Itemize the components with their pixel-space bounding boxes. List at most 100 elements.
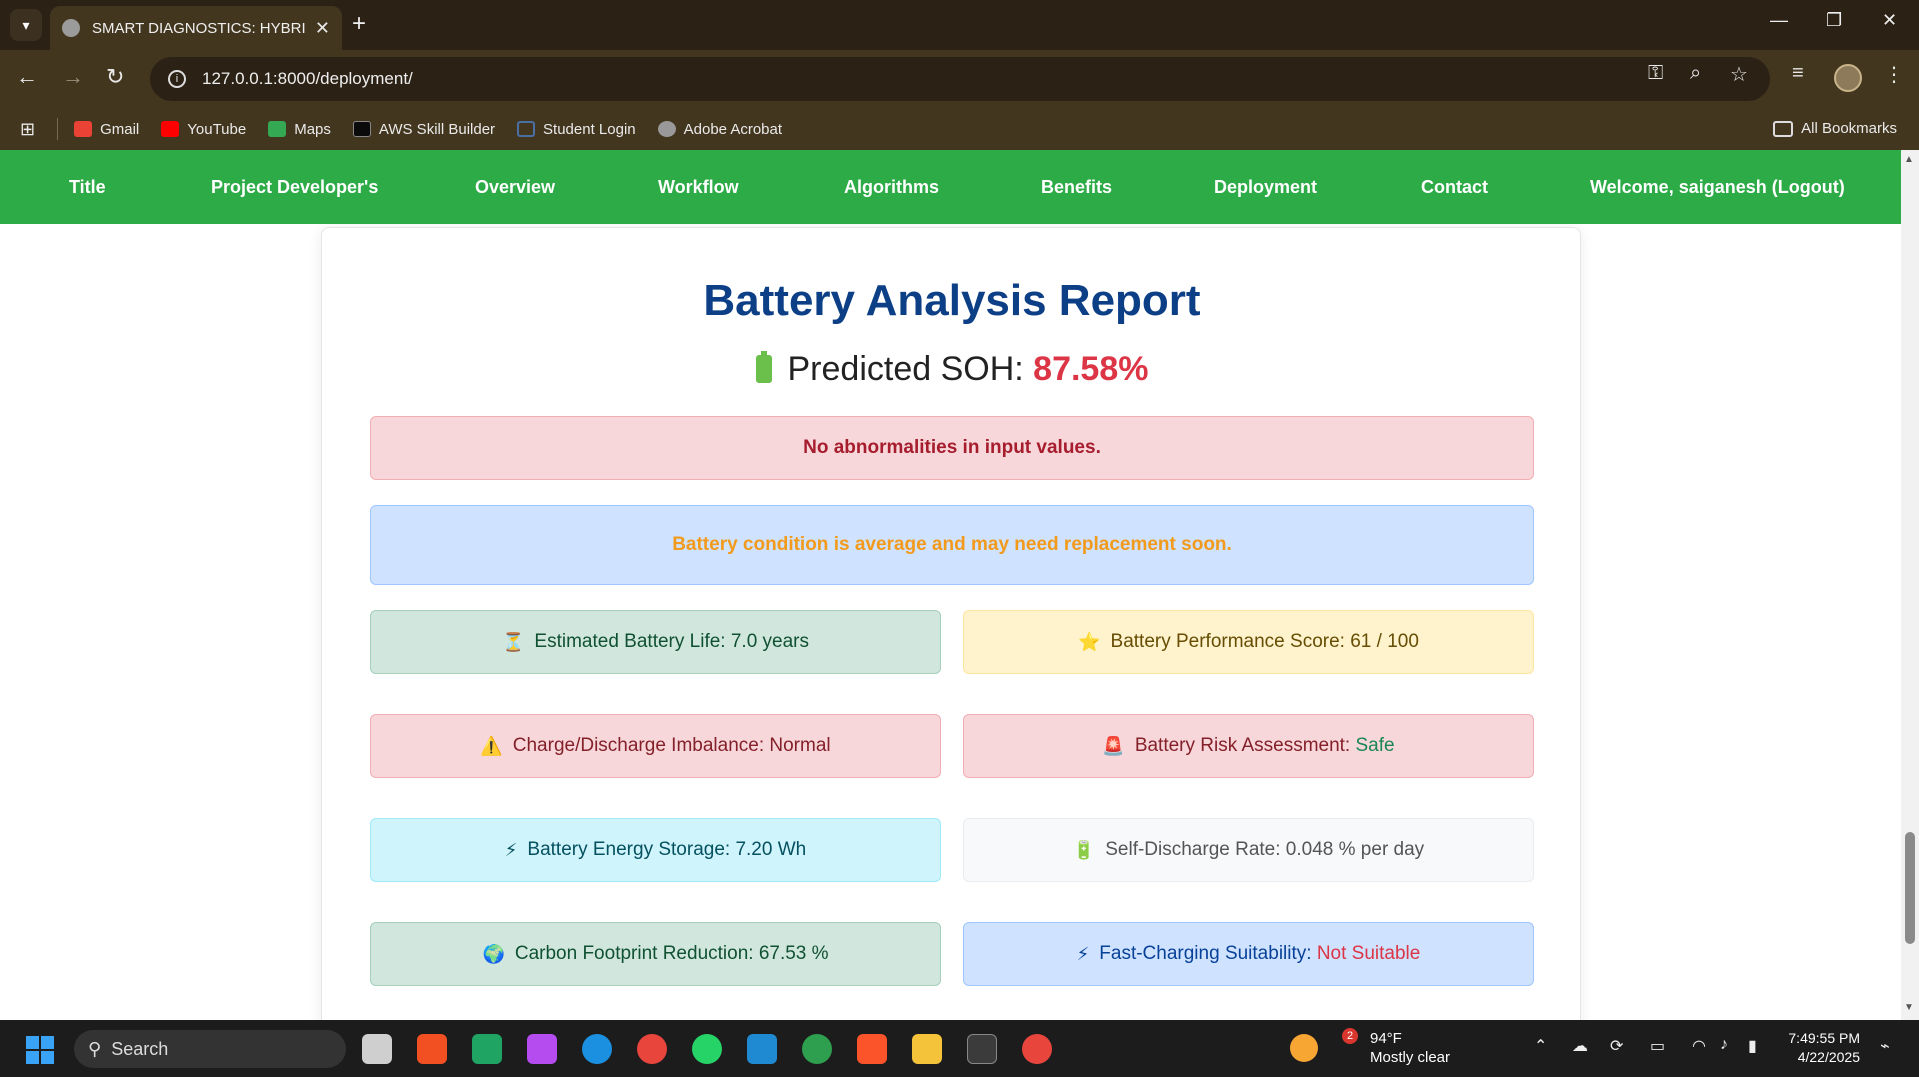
vscode-icon[interactable] [747,1034,777,1064]
address-bar[interactable]: i 127.0.0.1:8000/deployment/ [150,57,1770,101]
condition-alert: Battery condition is average and may nee… [370,505,1534,585]
siren-icon: 🚨 [1102,735,1125,756]
battery-icon [755,351,772,383]
file-explorer-icon[interactable] [912,1034,942,1064]
clock[interactable]: 7:49:55 PM 4/22/2025 [1780,1029,1860,1067]
minimize-icon[interactable]: — [1770,10,1788,31]
bookmark-adobe[interactable]: Adobe Acrobat [657,121,782,138]
report-card: Battery Analysis Report Predicted SOH: 8… [321,227,1581,1020]
globe-icon [62,19,80,37]
page-scrollbar[interactable]: ▲ ▼ [1901,150,1919,1020]
forward-icon[interactable]: → [62,64,84,90]
taskbar: ⚲ Search 2 94°F Mostly clear ⌃ ☁ ⟳ ▭ ◠ ♪… [0,1020,1919,1077]
divider [57,118,59,140]
key-icon[interactable]: ⚿ [1648,62,1663,85]
cloud-icon[interactable]: ☁ [1572,1036,1588,1056]
scroll-down-icon[interactable]: ▼ [1904,1002,1914,1013]
gmail-icon [74,121,93,137]
display-icon[interactable]: ▭ [1650,1036,1665,1056]
taskbar-search[interactable]: ⚲ Search [74,1030,346,1068]
back-icon[interactable]: ← [16,64,38,90]
nav-overview[interactable]: Overview [475,177,555,198]
fast-charging-value: Not Suitable [1316,943,1421,964]
nav-deployment[interactable]: Deployment [1214,177,1317,198]
metric-imbalance: ⚠️ Charge/Discharge Imbalance: Normal [370,714,941,778]
bookmark-youtube[interactable]: YouTube [161,121,246,138]
scroll-up-icon[interactable]: ▲ [1904,154,1914,165]
battery-icon: 🔋 [1072,839,1096,860]
chevron-up-icon[interactable]: ⌃ [1534,1036,1547,1056]
apps-icon[interactable]: ⊞ [20,119,35,140]
scrollbar-thumb[interactable] [1905,832,1915,944]
menu-icon[interactable]: ⋮ [1884,62,1904,87]
abnormality-alert: No abnormalities in input values. [370,416,1534,480]
windows-start-icon[interactable] [26,1036,54,1064]
close-icon[interactable]: ✕ [315,18,330,39]
edge-icon[interactable] [582,1034,612,1064]
aws-icon [352,121,371,137]
maps-icon [268,121,287,137]
folder-icon [1773,120,1794,137]
nav-project-developers[interactable]: Project Developer's [211,177,378,198]
bookmark-maps[interactable]: Maps [268,121,331,138]
lightning-icon: ⚡ [1076,943,1090,964]
reload-icon[interactable]: ↻ [106,64,124,90]
chevron-down-icon: ▾ [22,16,30,33]
new-tab-button[interactable]: + [352,10,366,38]
whatsapp-icon[interactable] [692,1034,722,1064]
bookmark-aws[interactable]: AWS Skill Builder [352,121,495,138]
media-icon[interactable]: ≡ [1792,62,1804,85]
metric-carbon-footprint: 🌍 Carbon Footprint Reduction: 67.53 % [370,922,941,986]
brave-icon[interactable] [857,1034,887,1064]
tab-search-button[interactable]: ▾ [10,9,42,41]
bookmarks-bar: ⊞ Gmail YouTube Maps AWS Skill Builder S… [0,108,1919,150]
browser-tab-bar: ▾ SMART DIAGNOSTICS: HYBRID ✕ + — ❐ ✕ [0,0,1919,50]
metric-self-discharge: 🔋 Self-Discharge Rate: 0.048 % per day [963,818,1534,882]
sync-icon[interactable]: ⟳ [1610,1036,1623,1056]
nav-contact[interactable]: Contact [1421,177,1488,198]
window-close-icon[interactable]: ✕ [1882,10,1897,31]
terminal-icon[interactable] [967,1034,997,1064]
task-view-icon[interactable] [362,1034,392,1064]
notification-icon[interactable]: ⌁ [1880,1036,1890,1056]
store-icon[interactable] [417,1034,447,1064]
browser-tab[interactable]: SMART DIAGNOSTICS: HYBRID ✕ [50,6,342,50]
all-bookmarks[interactable]: All Bookmarks [1773,120,1897,137]
nav-title[interactable]: Title [69,177,106,198]
drive-icon[interactable] [472,1034,502,1064]
nav-logout[interactable]: Welcome, saiganesh (Logout) [1590,177,1845,198]
zoom-icon[interactable]: ⌕ [1690,62,1701,85]
metric-performance-score: ⭐ Battery Performance Score: 61 / 100 [963,610,1534,674]
restore-icon[interactable]: ❐ [1826,10,1842,31]
metric-energy-storage: ⚡ Battery Energy Storage: 7.20 Wh [370,818,941,882]
bookmark-student-login[interactable]: Student Login [517,121,636,138]
nav-algorithms[interactable]: Algorithms [844,177,939,198]
chrome-active-icon[interactable] [1022,1034,1052,1064]
site-navbar: Title Project Developer's Overview Workf… [0,150,1901,224]
browser-toolbar: ← → ↻ i 127.0.0.1:8000/deployment/ ⚿ ⌕ ☆… [0,50,1919,108]
star-icon: ⭐ [1078,631,1101,652]
lightning-icon: ⚡ [504,839,518,860]
weather-widget[interactable]: 94°F Mostly clear [1370,1029,1450,1067]
warning-icon: ⚠️ [480,735,503,756]
metric-risk-assessment: 🚨 Battery Risk Assessment: Safe [963,714,1534,778]
bookmark-gmail[interactable]: Gmail [74,121,139,138]
site-info-icon[interactable]: i [168,70,186,88]
risk-value: Safe [1355,735,1395,756]
weather-icon[interactable] [1290,1034,1318,1062]
weather-badge: 2 [1342,1028,1358,1044]
search-icon: ⚲ [88,1038,102,1059]
url-text: 127.0.0.1:8000/deployment/ [202,69,413,88]
battery-tray-icon[interactable]: ▮ [1748,1036,1757,1056]
volume-icon[interactable]: ♪ [1720,1036,1728,1054]
wifi-icon[interactable]: ◠ [1692,1036,1706,1056]
star-icon[interactable]: ☆ [1730,62,1748,87]
student-login-icon [517,121,536,137]
app-icon[interactable] [802,1034,832,1064]
copilot-icon[interactable] [527,1034,557,1064]
nav-benefits[interactable]: Benefits [1041,177,1112,198]
avatar[interactable] [1834,64,1862,92]
nav-workflow[interactable]: Workflow [658,177,739,198]
chrome-icon[interactable] [637,1034,667,1064]
predicted-soh: Predicted SOH: 87.58% [322,350,1582,389]
